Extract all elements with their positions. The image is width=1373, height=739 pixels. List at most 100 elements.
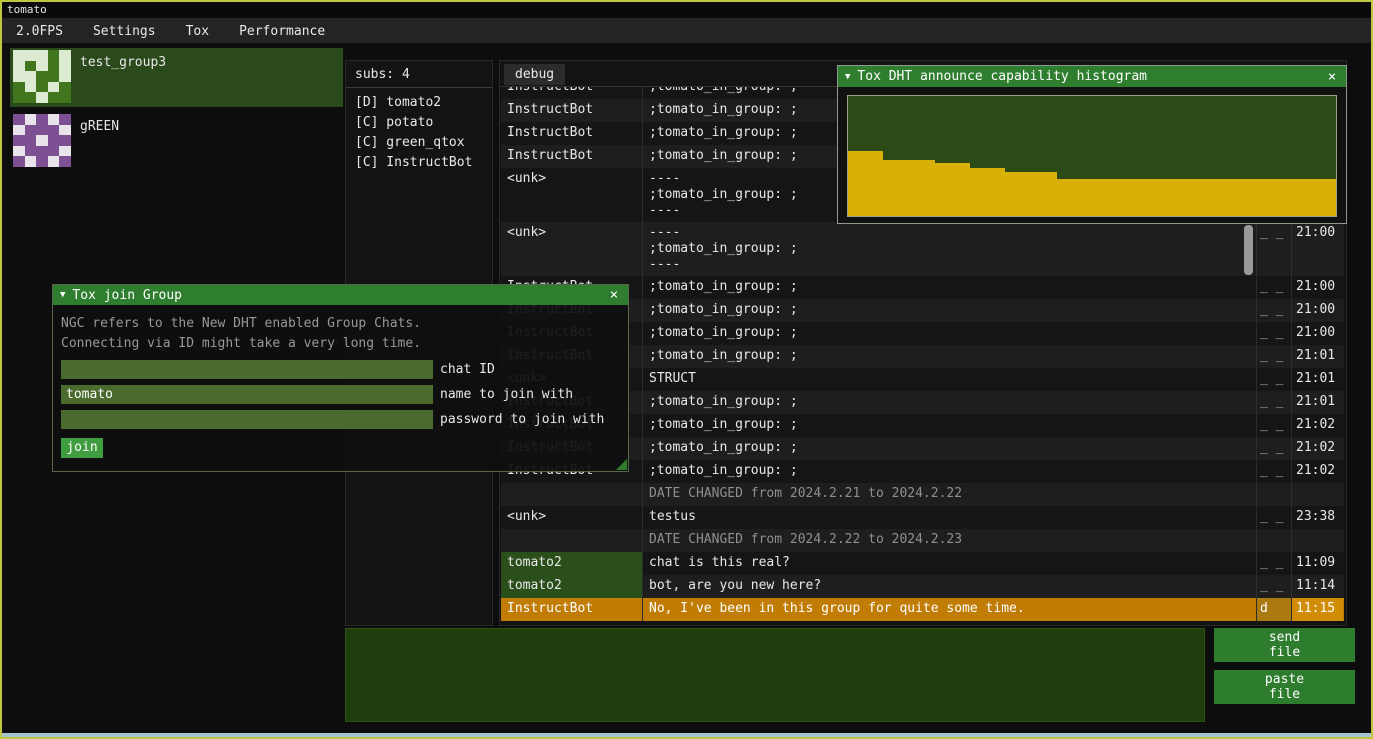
join-info-line: Connecting via ID might take a very long… bbox=[61, 334, 620, 354]
histogram-bar bbox=[1127, 179, 1144, 216]
tab-debug[interactable]: debug bbox=[504, 64, 565, 85]
chat-message-row[interactable]: <unk>testus_ _23:38 bbox=[501, 506, 1344, 529]
group-avatar-icon bbox=[13, 114, 71, 167]
message-time: 21:01 bbox=[1291, 368, 1343, 391]
message-text: ---- ;tomato_in_group: ; ---- bbox=[642, 222, 1256, 276]
message-text: ;tomato_in_group: ; bbox=[642, 299, 1256, 322]
send-file-button[interactable]: send file bbox=[1214, 628, 1355, 662]
histogram-bar bbox=[953, 163, 970, 216]
histogram-bar bbox=[1092, 179, 1109, 216]
message-text: ;tomato_in_group: ; bbox=[642, 460, 1256, 483]
input-password-to-join-with[interactable] bbox=[61, 410, 433, 429]
field-label: name to join with bbox=[440, 387, 573, 402]
sender-name: InstructBot bbox=[501, 145, 642, 168]
member-item[interactable]: [C] potato bbox=[346, 113, 492, 133]
histogram-bar bbox=[1040, 172, 1057, 216]
message-flags: d bbox=[1256, 598, 1291, 621]
menu-item-settings[interactable]: Settings bbox=[85, 22, 164, 41]
group-item-green[interactable]: gREEN bbox=[10, 112, 343, 171]
menu-bar: 2.0FPS Settings Tox Performance bbox=[2, 19, 1371, 43]
histogram-bar bbox=[1231, 179, 1248, 216]
message-time: 21:00 bbox=[1291, 222, 1343, 276]
sender-name: InstructBot bbox=[501, 598, 642, 621]
input-name-to-join-with[interactable]: tomato bbox=[61, 385, 433, 404]
histogram-window-titlebar[interactable]: ▼ Tox DHT announce capability histogram … bbox=[838, 66, 1346, 87]
field-label: password to join with bbox=[440, 412, 604, 427]
collapse-icon[interactable]: ▼ bbox=[845, 72, 850, 82]
message-flags: _ _ bbox=[1256, 368, 1291, 391]
sender-name: <unk> bbox=[501, 506, 642, 529]
message-flags bbox=[1256, 529, 1291, 552]
histogram-bar bbox=[1284, 179, 1301, 216]
message-flags: _ _ bbox=[1256, 391, 1291, 414]
message-time: 23:38 bbox=[1291, 506, 1343, 529]
message-time: 21:00 bbox=[1291, 299, 1343, 322]
field-row: password to join with bbox=[61, 410, 620, 429]
histogram-bar bbox=[918, 160, 935, 216]
window-title: tomato bbox=[7, 3, 47, 16]
sender-name: InstructBot bbox=[501, 99, 642, 122]
member-item[interactable]: [C] green_qtox bbox=[346, 133, 492, 153]
sender-name: tomato2 bbox=[501, 575, 642, 598]
join-button[interactable]: join bbox=[61, 438, 103, 458]
message-time: 21:00 bbox=[1291, 276, 1343, 299]
input-chat-id[interactable] bbox=[61, 360, 433, 379]
sender-name: InstructBot bbox=[501, 122, 642, 145]
chat-message-row[interactable]: <unk>---- ;tomato_in_group: ; ----_ _21:… bbox=[501, 222, 1344, 276]
message-time: 21:01 bbox=[1291, 345, 1343, 368]
join-window-titlebar[interactable]: ▼ Tox join Group × bbox=[53, 285, 628, 305]
histogram-bar bbox=[848, 151, 865, 216]
histogram-bar bbox=[1301, 179, 1318, 216]
message-time: 21:01 bbox=[1291, 391, 1343, 414]
histogram-bar bbox=[1318, 179, 1335, 216]
field-row: chat ID bbox=[61, 360, 620, 379]
window-titlebar: tomato bbox=[2, 2, 1371, 19]
histogram-bar bbox=[1249, 179, 1266, 216]
sender-name: tomato2 bbox=[501, 552, 642, 575]
group-item-test-group3[interactable]: test_group3 bbox=[10, 48, 343, 107]
histogram-bar bbox=[1109, 179, 1126, 216]
histogram-bar bbox=[883, 160, 900, 216]
join-fields: chat ID tomato name to join with password t… bbox=[61, 360, 620, 429]
scrollbar-thumb[interactable] bbox=[1244, 225, 1253, 275]
message-time: 11:09 bbox=[1291, 552, 1343, 575]
join-window-title: Tox join Group bbox=[72, 288, 600, 303]
system-message-row[interactable]: DATE CHANGED from 2024.2.21 to 2024.2.22 bbox=[501, 483, 1344, 506]
field-label: chat ID bbox=[440, 362, 495, 377]
system-message-row[interactable]: DATE CHANGED from 2024.2.22 to 2024.2.23 bbox=[501, 529, 1344, 552]
message-text: bot, are you new here? bbox=[642, 575, 1256, 598]
chat-message-row[interactable]: InstructBotNo, I've been in this group f… bbox=[501, 598, 1344, 621]
histogram-window-title: Tox DHT announce capability histogram bbox=[857, 69, 1318, 84]
app-window: tomato 2.0FPS Settings Tox Performance test… bbox=[0, 0, 1373, 739]
resize-grip[interactable] bbox=[614, 457, 627, 470]
close-icon[interactable]: × bbox=[1325, 69, 1339, 85]
histogram-bar bbox=[1214, 179, 1231, 216]
message-input[interactable] bbox=[345, 628, 1205, 722]
collapse-icon[interactable]: ▼ bbox=[60, 290, 65, 300]
chat-message-row[interactable]: tomato2bot, are you new here?_ _11:14 bbox=[501, 575, 1344, 598]
menu-item-tox[interactable]: Tox bbox=[178, 22, 217, 41]
sender-name bbox=[501, 483, 642, 506]
message-text: ;tomato_in_group: ; bbox=[642, 322, 1256, 345]
member-item[interactable]: [D] tomato2 bbox=[346, 93, 492, 113]
message-time: 21:02 bbox=[1291, 437, 1343, 460]
close-icon[interactable]: × bbox=[607, 287, 621, 303]
histogram-plot-area bbox=[847, 95, 1337, 217]
menu-item-performance[interactable]: Performance bbox=[231, 22, 333, 41]
message-flags: _ _ bbox=[1256, 299, 1291, 322]
message-text: DATE CHANGED from 2024.2.21 to 2024.2.22 bbox=[642, 483, 1256, 506]
group-name: test_group3 bbox=[80, 50, 166, 105]
member-item[interactable]: [C] InstructBot bbox=[346, 153, 492, 173]
menu-item-2-0fps[interactable]: 2.0FPS bbox=[8, 22, 71, 41]
histogram-bar bbox=[1179, 179, 1196, 216]
chat-message-row[interactable]: tomato2chat is this real?_ _11:09 bbox=[501, 552, 1344, 575]
message-flags: _ _ bbox=[1256, 414, 1291, 437]
message-time: 21:00 bbox=[1291, 322, 1343, 345]
histogram-bar bbox=[970, 168, 987, 216]
member-list: [D] tomato2[C] potato[C] green_qtox[C] I… bbox=[346, 93, 492, 173]
join-info-line: NGC refers to the New DHT enabled Group … bbox=[61, 314, 620, 334]
histogram-bar bbox=[935, 163, 952, 216]
paste-file-button[interactable]: paste file bbox=[1214, 670, 1355, 704]
sender-name: <unk> bbox=[501, 168, 642, 222]
histogram-bar bbox=[1022, 172, 1039, 216]
